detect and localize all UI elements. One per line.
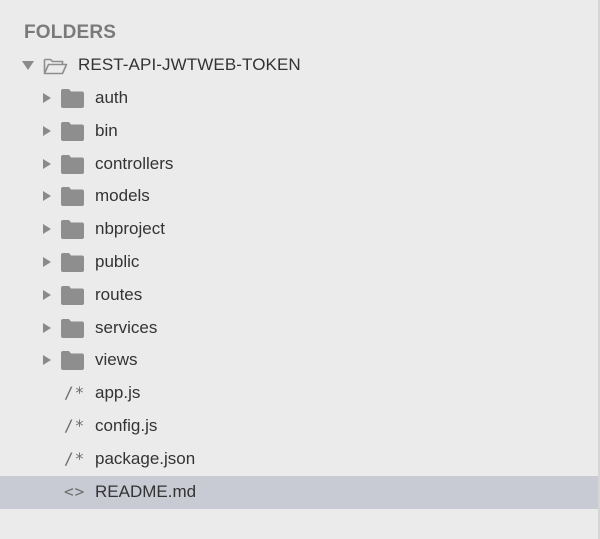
chevron-right-icon[interactable] <box>43 224 51 235</box>
chevron-down-icon[interactable] <box>22 61 34 70</box>
folder-icon <box>61 220 84 240</box>
folder-icon <box>61 187 84 207</box>
tree-row-folder-bin[interactable]: bin <box>0 115 598 148</box>
code-brackets-icon: <> <box>64 481 86 501</box>
tree-row-file-app-js[interactable]: /* app.js <box>0 377 598 410</box>
comment-icon: /* <box>64 448 86 468</box>
file-label: README.md <box>95 481 197 501</box>
folder-icon <box>61 89 84 108</box>
chevron-right-icon[interactable] <box>43 191 51 202</box>
chevron-right-icon[interactable] <box>43 158 51 169</box>
folder-icon <box>61 318 84 338</box>
folder-label: services <box>95 317 158 337</box>
tree-row-folder-views[interactable]: views <box>0 344 598 377</box>
tree-row-file-readme-md[interactable]: <> README.md <box>0 475 598 509</box>
tree-row-file-config-js[interactable]: /* config.js <box>0 410 598 443</box>
folder-icon <box>61 285 84 305</box>
folder-label: views <box>95 350 138 370</box>
folder-icon <box>61 351 84 371</box>
tree-row-folder-models[interactable]: models <box>0 180 598 213</box>
folder-icon <box>61 253 84 272</box>
folder-icon <box>61 121 84 141</box>
chevron-right-icon[interactable] <box>43 289 51 300</box>
file-label: config.js <box>95 416 158 435</box>
tree-row-folder-services[interactable]: services <box>0 312 598 345</box>
tree-row-folder-nbproject[interactable]: nbproject <box>0 213 598 246</box>
folder-label: auth <box>95 88 129 107</box>
folders-header: FOLDERS <box>24 22 117 43</box>
folder-icon <box>61 154 84 174</box>
folder-label: routes <box>95 284 143 304</box>
tree-row-root[interactable]: REST-API-JWTWEB-TOKEN <box>0 49 598 82</box>
tree-row-folder-routes[interactable]: routes <box>0 279 598 312</box>
tree-row-folder-auth[interactable]: auth <box>0 82 598 115</box>
folder-label: bin <box>95 120 118 140</box>
tree-row-folder-public[interactable]: public <box>0 246 598 279</box>
root-folder-label: REST-API-JWTWEB-TOKEN <box>78 55 301 74</box>
comment-icon: /* <box>64 383 86 403</box>
file-label: app.js <box>95 383 141 403</box>
sidebar: FOLDERS REST-API-JWTWEB-TOKEN auth bin con… <box>0 0 600 539</box>
folder-label: nbproject <box>95 219 165 239</box>
chevron-right-icon[interactable] <box>43 257 51 267</box>
folder-label: public <box>95 252 140 271</box>
folder-label: controllers <box>95 153 174 173</box>
folder-label: models <box>95 186 150 206</box>
tree-row-file-package-json[interactable]: /* package.json <box>0 443 598 476</box>
file-label: package.json <box>95 448 196 468</box>
chevron-right-icon[interactable] <box>43 355 51 366</box>
chevron-right-icon[interactable] <box>43 322 51 333</box>
chevron-right-icon[interactable] <box>43 93 51 103</box>
open-folder-icon <box>43 58 68 75</box>
tree-row-folder-controllers[interactable]: controllers <box>0 148 598 181</box>
chevron-right-icon[interactable] <box>43 125 51 136</box>
comment-icon: /* <box>64 416 86 435</box>
